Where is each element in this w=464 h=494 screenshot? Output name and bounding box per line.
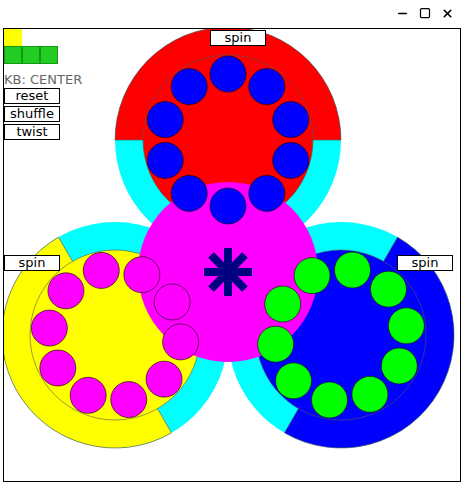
close-icon[interactable]: [441, 7, 454, 20]
ball[interactable]: [124, 257, 160, 293]
title-bar: [0, 0, 464, 28]
ball[interactable]: [40, 350, 76, 386]
indicator-square: [4, 46, 22, 64]
wheel-balls[interactable]: [258, 252, 425, 418]
background: [4, 29, 454, 448]
indicator-square: [40, 46, 58, 64]
ball[interactable]: [312, 382, 348, 418]
wheel-half: [115, 29, 341, 225]
ball[interactable]: [276, 363, 312, 399]
button-list: reset shuffle twist: [4, 88, 82, 140]
ball[interactable]: [249, 175, 285, 211]
ball[interactable]: [70, 377, 106, 413]
action-button[interactable]: shuffle: [4, 106, 60, 122]
ball[interactable]: [370, 271, 406, 307]
indicator-row: [4, 46, 82, 64]
ball[interactable]: [163, 324, 199, 360]
ball[interactable]: [111, 382, 147, 418]
indicator-square: [4, 29, 22, 46]
minimize-icon[interactable]: [396, 7, 409, 20]
wheel-balls[interactable]: [31, 252, 198, 417]
ball[interactable]: [381, 348, 417, 384]
ball[interactable]: [258, 326, 294, 362]
keyboard-label: KB: CENTER: [4, 72, 82, 87]
center-disk: [138, 182, 318, 362]
ball[interactable]: [83, 252, 119, 288]
puzzle-drawing[interactable]: [4, 29, 460, 481]
ball[interactable]: [249, 69, 285, 105]
maximize-icon[interactable]: [419, 7, 431, 19]
ball[interactable]: [48, 273, 84, 309]
spin-button[interactable]: spin: [397, 255, 453, 271]
app-window: KB: CENTERreset shuffle twist spin spin spin: [0, 0, 464, 494]
ball[interactable]: [334, 252, 370, 288]
ball[interactable]: [352, 376, 388, 412]
ball[interactable]: [273, 142, 309, 178]
ball[interactable]: [154, 284, 190, 320]
indicator-row: [4, 29, 82, 46]
center-star-icon[interactable]: [204, 248, 252, 296]
ball[interactable]: [171, 69, 207, 105]
wheel-balls[interactable]: [147, 56, 309, 224]
ball[interactable]: [265, 286, 301, 322]
indicator-square: [22, 46, 40, 64]
ball[interactable]: [146, 361, 182, 397]
control-panel: KB: CENTERreset shuffle twist: [4, 29, 82, 140]
spin-button[interactable]: spin: [4, 255, 60, 271]
spin-button[interactable]: spin: [210, 30, 266, 46]
ball[interactable]: [210, 188, 246, 224]
ball[interactable]: [147, 102, 183, 138]
ball[interactable]: [210, 56, 246, 92]
action-button[interactable]: twist: [4, 124, 60, 140]
action-button[interactable]: reset: [4, 88, 60, 104]
ball[interactable]: [147, 142, 183, 178]
ball[interactable]: [171, 175, 207, 211]
ball[interactable]: [294, 258, 330, 294]
ball[interactable]: [388, 308, 424, 344]
ball[interactable]: [273, 102, 309, 138]
puzzle-canvas[interactable]: KB: CENTERreset shuffle twist spin spin spin: [3, 28, 461, 482]
ball[interactable]: [31, 310, 67, 346]
